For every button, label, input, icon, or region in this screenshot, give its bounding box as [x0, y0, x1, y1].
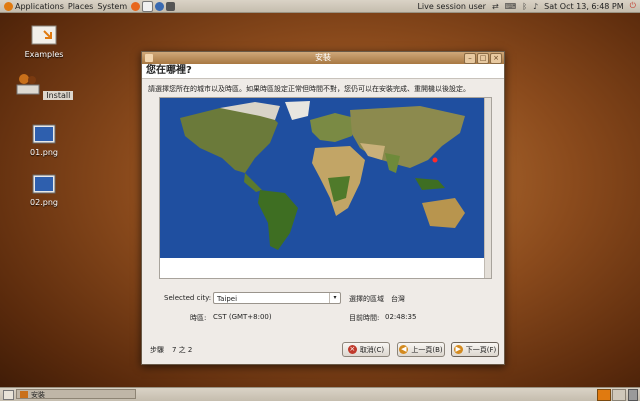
region-value: 台灣 — [391, 295, 405, 303]
workspace-switcher-1[interactable] — [597, 389, 611, 401]
clock[interactable]: Sat Oct 13, 6:48 PM — [544, 2, 624, 11]
city-select[interactable]: Taipei ▾ — [213, 292, 341, 304]
desktop-icon-label: 01.png — [30, 148, 58, 157]
selected-city-label: Selected city: — [164, 294, 212, 302]
volume-icon[interactable]: ♪ — [533, 2, 538, 11]
workspace-switcher-2[interactable] — [612, 389, 626, 401]
session-user[interactable]: Live session user — [417, 2, 485, 11]
timezone-map[interactable] — [159, 97, 492, 279]
cancel-icon: × — [347, 345, 357, 354]
chevron-down-icon: ▾ — [329, 293, 340, 303]
cancel-button[interactable]: × 取消(C) — [342, 342, 390, 357]
places-menu-label: Places — [67, 1, 94, 11]
maximize-icon[interactable]: □ — [477, 53, 489, 64]
window-controls: – □ × — [464, 53, 502, 64]
installer-window: 安裝 – □ × 您在哪裡? 請選擇您所在的城市以及時區。如果時區設定正常但時間… — [141, 51, 505, 365]
bluetooth-icon[interactable]: ᛒ — [522, 2, 527, 11]
world-map[interactable] — [160, 98, 485, 278]
installer-task-icon — [20, 391, 28, 398]
image-file-icon — [32, 124, 56, 144]
firefox-icon[interactable] — [131, 1, 141, 11]
selected-city-marker — [432, 157, 438, 163]
desktop-icon-examples[interactable]: Examples — [14, 22, 74, 59]
places-menu[interactable]: Places — [68, 0, 93, 12]
close-icon[interactable]: × — [490, 53, 502, 64]
minimize-icon[interactable]: – — [464, 53, 476, 64]
keyboard-icon[interactable]: ⌨ — [505, 2, 517, 11]
show-desktop-icon[interactable] — [3, 390, 14, 400]
forward-button[interactable]: ▶ 下一頁(F) — [451, 342, 499, 357]
taskbar-item-installer[interactable]: 安裝 — [16, 389, 136, 399]
instructions-text: 請選擇您所在的城市以及時區。如果時區設定正常但時間不對，您仍可以在安裝完成、重開… — [148, 85, 470, 93]
ubuntu-logo-icon — [4, 1, 13, 11]
trash-icon[interactable] — [628, 389, 638, 401]
taskbar-item-label: 安裝 — [31, 391, 45, 399]
launchers — [131, 0, 177, 12]
folder-icon — [31, 25, 57, 45]
desktop-icon-install[interactable]: Install — [14, 72, 74, 100]
window-menu-icon[interactable] — [145, 54, 153, 62]
installer-icon — [16, 74, 40, 95]
desktop-icon-label: Examples — [24, 50, 64, 59]
region-label: 選擇的區域 — [349, 295, 384, 303]
email-icon[interactable] — [142, 0, 154, 12]
current-time-value: 02:48:35 — [385, 313, 417, 321]
forward-button-label: 下一頁(F) — [465, 345, 497, 354]
back-button-label: 上一頁(B) — [411, 345, 443, 354]
back-button[interactable]: ◀ 上一頁(B) — [397, 342, 445, 357]
step-value: 7 之 2 — [172, 346, 193, 354]
step-label: 步驟 — [150, 346, 164, 354]
arrow-right-icon: ▶ — [453, 345, 463, 354]
map-scrollbar[interactable] — [484, 98, 491, 278]
applications-menu[interactable]: Applications — [4, 0, 64, 12]
desktop-icon-01png[interactable]: 01.png — [14, 124, 74, 157]
screenshot-icon[interactable] — [166, 1, 176, 11]
window-titlebar[interactable]: 安裝 – □ × — [142, 52, 504, 64]
desktop-icon-label: 02.png — [30, 198, 58, 207]
system-menu-label: System — [97, 1, 128, 11]
power-icon[interactable]: ⏻ — [630, 1, 636, 11]
applications-menu-label: Applications — [15, 1, 64, 11]
desktop-icon-02png[interactable]: 02.png — [14, 174, 74, 207]
top-panel-right: Live session user ⇄ ⌨ ᛒ ♪ Sat Oct 13, 6:… — [417, 0, 636, 12]
top-panel: Applications Places System Live session … — [0, 0, 640, 13]
network-icon[interactable]: ⇄ — [492, 2, 499, 11]
city-select-value: Taipei — [217, 295, 238, 303]
help-icon[interactable] — [155, 1, 165, 11]
image-file-icon — [32, 174, 56, 194]
cancel-button-label: 取消(C) — [359, 345, 385, 354]
timezone-value: CST (GMT+8:00) — [213, 313, 272, 321]
arrow-left-icon: ◀ — [399, 345, 409, 354]
bottom-panel: 安裝 — [0, 387, 640, 401]
window-title: 安裝 — [315, 53, 331, 62]
desktop-icon-label: Install — [43, 91, 74, 100]
page-heading: 您在哪裡? — [142, 64, 504, 79]
current-time-label: 目前時間: — [349, 314, 380, 322]
system-menu[interactable]: System — [97, 0, 127, 12]
timezone-label: 時區: — [190, 314, 207, 322]
